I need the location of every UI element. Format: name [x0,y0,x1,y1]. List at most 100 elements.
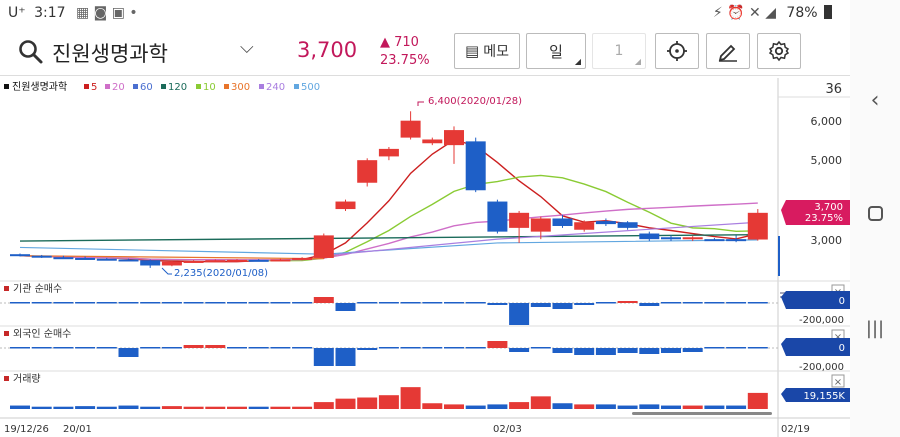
volume-bar [96,406,117,409]
volume-bar [31,406,52,409]
stock-name[interactable]: 진원생명과학 [52,38,168,68]
institution-bar [75,302,96,304]
chevron-down-icon[interactable]: ⌵ [240,37,254,58]
foreign-bar [400,347,421,349]
period-count-selector[interactable]: 1 ◢ [592,33,646,69]
institution-swatch [4,286,9,291]
draw-button[interactable] [706,33,750,69]
candle-body [400,120,421,138]
volume-bar [335,398,356,409]
candle-body [422,139,443,144]
memo-button[interactable]: ▤ 메모 [454,33,520,69]
institution-bar [227,302,247,304]
candle-body [509,212,530,228]
foreign-bar [205,345,226,348]
candle-body [270,259,291,262]
period-selector[interactable]: 일 ◢ [526,33,586,69]
stock-header: 진원생명과학 ⌵ 3,700 ▲ 710 23.75% ▤ 메모 일 ◢ 1 ◢ [0,28,850,76]
legend-label-120: 120 [168,82,187,93]
date-label-jan: 20/01 [63,424,92,435]
candle-body [161,261,182,266]
foreign-bar [248,347,269,349]
stock-chart[interactable]: 진원생명과학 5 20 60 120 10 300 240 500 36 6,000 5,00… [0,78,850,437]
candle-body [292,257,313,260]
candle-body [444,130,464,146]
candle-body [661,237,681,240]
institution-bar [183,302,204,304]
candle-body [140,260,161,266]
settings-button[interactable] [757,33,801,69]
home-icon[interactable] [850,202,900,227]
date-label-end: 02/19 [781,424,810,435]
institution-bar [530,303,551,307]
foreign-bar [747,347,768,349]
candle-body [574,222,595,230]
institution-bar [726,302,747,304]
foreign-bar [31,347,52,349]
crosshair-button[interactable] [655,33,699,69]
price-tick-6000: 6,000 [811,115,843,128]
institution-bar [639,303,660,306]
foreign-bar [378,347,399,349]
foreign-bar [313,348,334,366]
institution-bar [682,302,703,304]
legend-items: 5 20 60 120 10 300 240 500 [84,82,320,93]
battery-percent: 78% [786,5,818,21]
current-price: 3,700 [297,38,358,62]
foreign-bar [530,347,551,349]
volume-bar [747,392,768,409]
institution-badge: 0 [839,296,845,307]
up-triangle-icon: ▲ [380,35,390,50]
price-change: ▲ 710 23.75% [380,34,430,70]
institution-bar [270,302,291,304]
battery-icon [824,5,832,19]
volume-bar [509,402,530,409]
volume-bar [140,406,161,409]
foreign-bar [10,347,30,349]
candle-body [530,218,551,232]
legend-swatch-20 [105,84,110,89]
volume-title: 거래량 [13,373,41,385]
legend-swatch-300 [224,84,229,89]
foreign-bar [53,347,74,349]
chart-scrollbar[interactable] [632,412,772,415]
gear-icon [768,40,790,62]
volume-bar [183,406,204,409]
foreign-bar [595,348,616,355]
foreign-bar [96,347,117,349]
institution-tick: -200,000 [799,315,844,326]
candle-body [617,222,638,228]
candle-body [487,201,508,232]
volume-bar [422,403,443,409]
legend-label-500: 500 [301,82,320,93]
legend-swatch-120 [161,84,166,89]
foreign-badge: 0 [839,343,845,354]
volume-bar [595,404,616,409]
volume-bar [552,403,573,409]
volume-bar [205,406,226,409]
volume-bar [53,406,74,409]
recent-apps-icon[interactable]: ||| [850,318,900,339]
institution-bar [509,303,530,325]
institution-bar [574,303,595,305]
foreign-bar [617,348,638,353]
legend-swatch-500 [294,84,299,89]
candle-body [335,201,356,210]
memo-label: 메모 [483,44,509,60]
volume-bar [530,396,551,409]
search-icon[interactable] [18,39,44,65]
candle-body [183,260,204,263]
institution-bar [53,302,74,304]
legend-swatch-title [4,84,9,89]
current-price-badge: 3,700 23.75% [781,200,850,225]
foreign-tick: -200,000 [799,362,844,373]
institution-bar [747,302,768,304]
back-icon[interactable]: ‹ [850,88,900,113]
status-bar: U⁺ 3:17 ▦ ◙ ▣ • ⚡ ⏰ ✕ ◢ 78% [0,0,850,28]
foreign-bar [292,347,313,349]
legend-title: 진원생명과학 [12,81,67,93]
institution-bar [378,302,399,304]
institution-bar [465,302,486,304]
foreign-bar [509,348,530,352]
top-axis-value: 36 [825,82,842,97]
